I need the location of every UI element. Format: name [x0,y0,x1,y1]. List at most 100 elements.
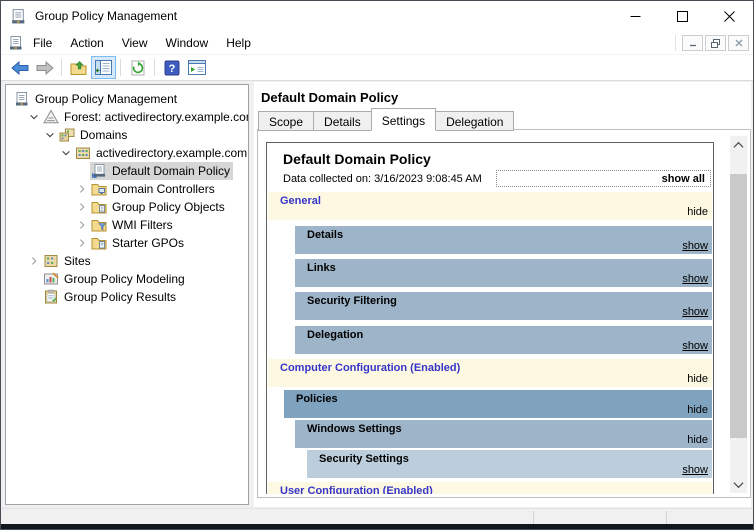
tree-item-forest[interactable]: Forest: activedirectory.example.com [6,108,248,126]
tab-settings[interactable]: Settings [370,108,437,131]
status-bar [1,508,753,525]
console-tree-icon [95,60,112,75]
close-button[interactable] [706,1,753,31]
tree-item-default-domain-policy[interactable]: Default Domain Policy [6,162,248,180]
window-bottom-border [1,524,753,529]
section-show-link[interactable]: show [682,340,708,352]
section-windows-settings: Windows Settings hide [295,420,712,448]
tree-item-group-policy-modeling[interactable]: Group Policy Modeling [6,270,248,288]
scroll-down-icon[interactable] [730,476,747,493]
menu-file[interactable]: File [24,33,61,53]
show-action-pane-button[interactable] [184,56,209,79]
menu-view[interactable]: View [113,33,157,53]
group-policy-management-window: Group Policy Management File Action View… [0,0,754,530]
show-all-link[interactable]: show all [496,170,711,187]
help-button[interactable]: ? [159,56,184,79]
chevron-collapsed-icon[interactable] [74,235,90,251]
section-label: Details [307,229,344,241]
chevron-collapsed-icon[interactable] [74,199,90,215]
chevron-collapsed-icon[interactable] [74,181,90,197]
mdi-minimize-button[interactable] [682,35,703,51]
tree-item-group-policy-management[interactable]: Group Policy Management [6,90,248,108]
section-general: General hide [268,192,712,220]
toolbar-separator [61,59,62,76]
section-show-link[interactable]: show [682,306,708,318]
refresh-button[interactable] [125,56,150,79]
section-label: General [280,195,321,207]
tree-item-label: Sites [64,254,91,268]
section-hide-link[interactable]: hide [687,434,708,446]
menu-help[interactable]: Help [217,33,260,53]
domain-controllers-icon [91,181,107,197]
group-policy-results-icon [43,289,59,305]
section-user-configuration: User Configuration (Enabled) hide [268,482,712,494]
section-hide-link[interactable]: hide [687,206,708,218]
tab-details[interactable]: Details [313,111,372,131]
section-show-link[interactable]: show [682,240,708,252]
mdi-close-button[interactable] [728,35,749,51]
tree-item-domain-controllers[interactable]: Domain Controllers [6,180,248,198]
minimize-button[interactable] [612,1,659,31]
page-title: Default Domain Policy [261,90,399,105]
tab-delegation[interactable]: Delegation [435,111,515,131]
section-show-link[interactable]: show [682,273,708,285]
menu-window[interactable]: Window [157,33,218,53]
gpmc-console-icon [8,35,24,51]
mdi-restore-button[interactable] [705,35,726,51]
section-show-link[interactable]: show [682,464,708,476]
tree-item-group-policy-objects[interactable]: Group Policy Objects [6,198,248,216]
domains-icon [59,127,75,143]
title-bar[interactable]: Group Policy Management [1,1,753,31]
tree-item-label: Domains [80,128,128,142]
section-hide-link[interactable]: hide [687,373,708,385]
back-button[interactable] [7,56,32,79]
section-hide-link[interactable]: hide [687,404,708,416]
chevron-expanded-icon[interactable] [26,109,42,125]
tree-item-label: Forest: activedirectory.example.com [64,110,249,124]
section-policies: Policies hide [284,390,712,418]
forward-button[interactable] [32,56,57,79]
tree-item-label: Group Policy Objects [112,200,225,214]
tab-scope[interactable]: Scope [258,111,315,131]
tree-item-label: Default Domain Policy [112,164,231,178]
mdi-separator [675,35,676,51]
gpo-link-icon [91,163,107,179]
scroll-up-icon[interactable] [730,136,747,153]
main-area: Group Policy Management Forest: activedi… [1,81,753,508]
tree-item-domain[interactable]: activedirectory.example.com [6,144,248,162]
up-one-level-icon [70,60,87,75]
gpmc-app-icon [10,8,27,25]
section-label: Computer Configuration (Enabled) [280,362,461,374]
section-details: Details show [295,226,712,254]
action-pane-icon [187,60,206,75]
wmi-filters-icon [91,217,107,233]
menu-action[interactable]: Action [61,33,112,53]
chevron-expanded-icon[interactable] [42,127,58,143]
tree-item-domains[interactable]: Domains [6,126,248,144]
console-tree-toggle-button[interactable] [91,56,116,79]
toolbar-separator [154,59,155,76]
chevron-expanded-icon[interactable] [58,145,74,161]
section-links: Links show [295,259,712,287]
tree-item-label: Group Policy Modeling [64,272,185,286]
report-title: Default Domain Policy [283,151,431,167]
tree-item-group-policy-results[interactable]: Group Policy Results [6,288,248,306]
data-collected-text: Data collected on: 3/16/2023 9:08:45 AM [283,172,482,185]
maximize-button[interactable] [659,1,706,31]
toolbar: ? [1,55,753,81]
scrollbar-thumb[interactable] [730,174,747,438]
group-policy-objects-icon [91,199,107,215]
svg-text:?: ? [168,63,175,75]
up-one-level-button[interactable] [66,56,91,79]
section-label: Links [307,262,336,274]
tree-item-wmi-filters[interactable]: WMI Filters [6,216,248,234]
tree-item-starter-gpos[interactable]: Starter GPOs [6,234,248,252]
mdi-window-buttons [675,35,749,51]
starter-gpos-icon [91,235,107,251]
tree-item-sites[interactable]: Sites [6,252,248,270]
report-scrollbar[interactable] [730,136,747,493]
section-label: Delegation [307,329,364,341]
settings-report-viewport: Default Domain Policy Data collected on:… [266,142,714,494]
chevron-collapsed-icon[interactable] [26,253,42,269]
chevron-collapsed-icon[interactable] [74,217,90,233]
